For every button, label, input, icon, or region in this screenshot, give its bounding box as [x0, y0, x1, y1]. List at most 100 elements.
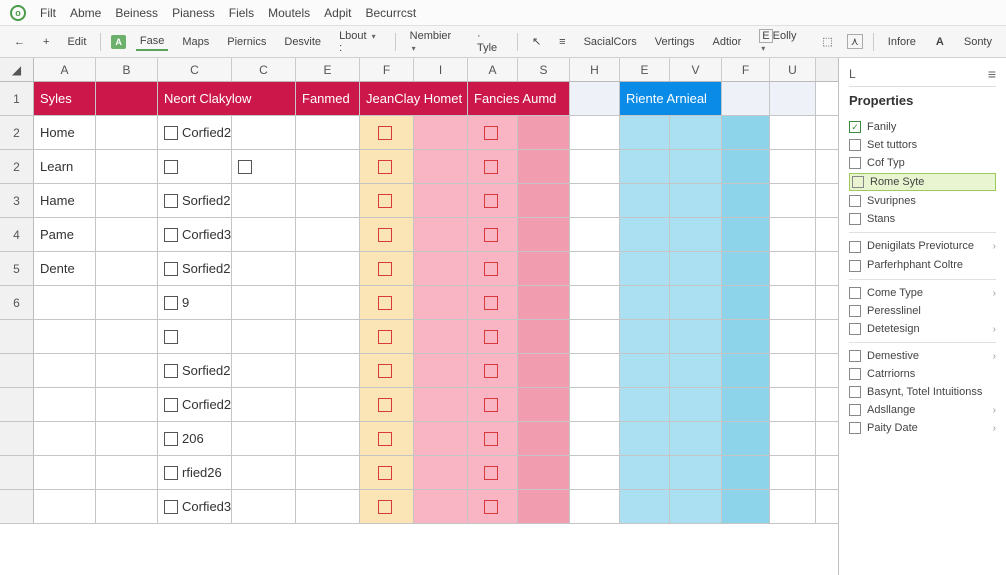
fase-button[interactable]: Fase: [136, 33, 168, 51]
cell[interactable]: [722, 422, 770, 455]
prop-item[interactable]: ✓Fanily: [849, 118, 996, 136]
col-header-H[interactable]: H: [570, 58, 620, 81]
cell[interactable]: Sorfied21: [158, 252, 232, 285]
cell[interactable]: [296, 354, 360, 387]
cell[interactable]: [34, 354, 96, 387]
cell[interactable]: [570, 456, 620, 489]
checkbox-icon[interactable]: [164, 398, 178, 412]
cell[interactable]: [570, 490, 620, 523]
cell[interactable]: [518, 116, 570, 149]
cell[interactable]: [232, 116, 296, 149]
cell[interactable]: [770, 218, 816, 251]
cell[interactable]: [360, 490, 414, 523]
cell[interactable]: [670, 388, 722, 421]
cell[interactable]: [468, 218, 518, 251]
col-header-C2[interactable]: C: [232, 58, 296, 81]
cell[interactable]: [296, 320, 360, 353]
cell[interactable]: [468, 354, 518, 387]
checkbox-icon[interactable]: [378, 398, 392, 412]
prop-item[interactable]: Cof Typ: [849, 154, 996, 172]
checkbox-icon[interactable]: [164, 330, 178, 344]
checkbox-icon[interactable]: [164, 364, 178, 378]
cell[interactable]: rfied26: [158, 456, 232, 489]
checkbox-icon[interactable]: [849, 260, 861, 272]
checkbox-icon[interactable]: [378, 330, 392, 344]
cell[interactable]: [96, 184, 158, 217]
cell[interactable]: [96, 286, 158, 319]
col-header-C[interactable]: C: [158, 58, 232, 81]
header-cell[interactable]: Fancies Aumd: [468, 82, 570, 115]
cell[interactable]: [232, 286, 296, 319]
cell[interactable]: [770, 422, 816, 455]
sonty-button[interactable]: Sonty: [960, 34, 996, 50]
checkbox-icon[interactable]: [484, 228, 498, 242]
cell[interactable]: [360, 286, 414, 319]
col-header-E[interactable]: E: [296, 58, 360, 81]
row-header[interactable]: [0, 388, 34, 421]
cell[interactable]: [296, 252, 360, 285]
cell[interactable]: [468, 184, 518, 217]
cell[interactable]: [232, 456, 296, 489]
cell[interactable]: [232, 490, 296, 523]
checkbox-icon[interactable]: [378, 432, 392, 446]
cell[interactable]: [96, 116, 158, 149]
cell[interactable]: [670, 184, 722, 217]
cell[interactable]: [414, 490, 468, 523]
cell[interactable]: [96, 354, 158, 387]
prop-item[interactable]: Rome Syte: [849, 173, 996, 191]
cell[interactable]: [722, 252, 770, 285]
prop-item[interactable]: Stans: [849, 210, 996, 228]
checkbox-icon[interactable]: [849, 139, 861, 151]
menu-pianess[interactable]: Pianess: [172, 6, 215, 20]
cell[interactable]: [570, 150, 620, 183]
cell[interactable]: [570, 320, 620, 353]
cell[interactable]: [670, 354, 722, 387]
cell[interactable]: 9: [158, 286, 232, 319]
checkbox-icon[interactable]: [378, 466, 392, 480]
checkbox-icon[interactable]: [849, 305, 861, 317]
desvite-button[interactable]: Desvite: [280, 34, 325, 50]
checkbox-icon[interactable]: [164, 160, 178, 174]
col-header-F[interactable]: F: [360, 58, 414, 81]
cell[interactable]: [296, 422, 360, 455]
cell[interactable]: [770, 286, 816, 319]
cell[interactable]: [296, 184, 360, 217]
checkbox-icon[interactable]: [164, 228, 178, 242]
cell[interactable]: [232, 320, 296, 353]
cell[interactable]: [570, 252, 620, 285]
cell[interactable]: [770, 150, 816, 183]
prop-item[interactable]: Adsllange›: [849, 401, 996, 419]
cell[interactable]: [468, 252, 518, 285]
checkbox-icon[interactable]: [849, 287, 861, 299]
header-cell[interactable]: Riente Arnieal: [620, 82, 722, 115]
cell[interactable]: [620, 354, 670, 387]
checkbox-icon[interactable]: ✓: [849, 121, 861, 133]
menu-filt[interactable]: Filt: [40, 6, 56, 20]
cell[interactable]: [468, 286, 518, 319]
back-button[interactable]: ←: [10, 34, 29, 50]
cell[interactable]: [232, 252, 296, 285]
cell[interactable]: [670, 490, 722, 523]
cell[interactable]: [158, 150, 232, 183]
cell[interactable]: [770, 320, 816, 353]
cell[interactable]: [620, 286, 670, 319]
row-header[interactable]: 1: [0, 82, 34, 115]
cell[interactable]: [34, 286, 96, 319]
col-header-U[interactable]: U: [770, 58, 816, 81]
cell[interactable]: [570, 218, 620, 251]
cell[interactable]: [670, 456, 722, 489]
cell[interactable]: [360, 218, 414, 251]
header-cell[interactable]: JeanClay Homet: [360, 82, 468, 115]
prop-item[interactable]: Denigilats Previoturce›: [849, 237, 996, 256]
prop-item[interactable]: Demestive›: [849, 347, 996, 365]
menu-fiels[interactable]: Fiels: [229, 6, 254, 20]
row-header[interactable]: 4: [0, 218, 34, 251]
sacialcors-button[interactable]: SacialCors: [580, 34, 641, 50]
cell[interactable]: [770, 252, 816, 285]
prop-item[interactable]: Basynt, Totel Intuitionss: [849, 383, 996, 401]
edit-button[interactable]: Edit: [63, 34, 90, 50]
cell[interactable]: [34, 320, 96, 353]
cell[interactable]: [722, 456, 770, 489]
row-header[interactable]: [0, 320, 34, 353]
cell[interactable]: [96, 320, 158, 353]
